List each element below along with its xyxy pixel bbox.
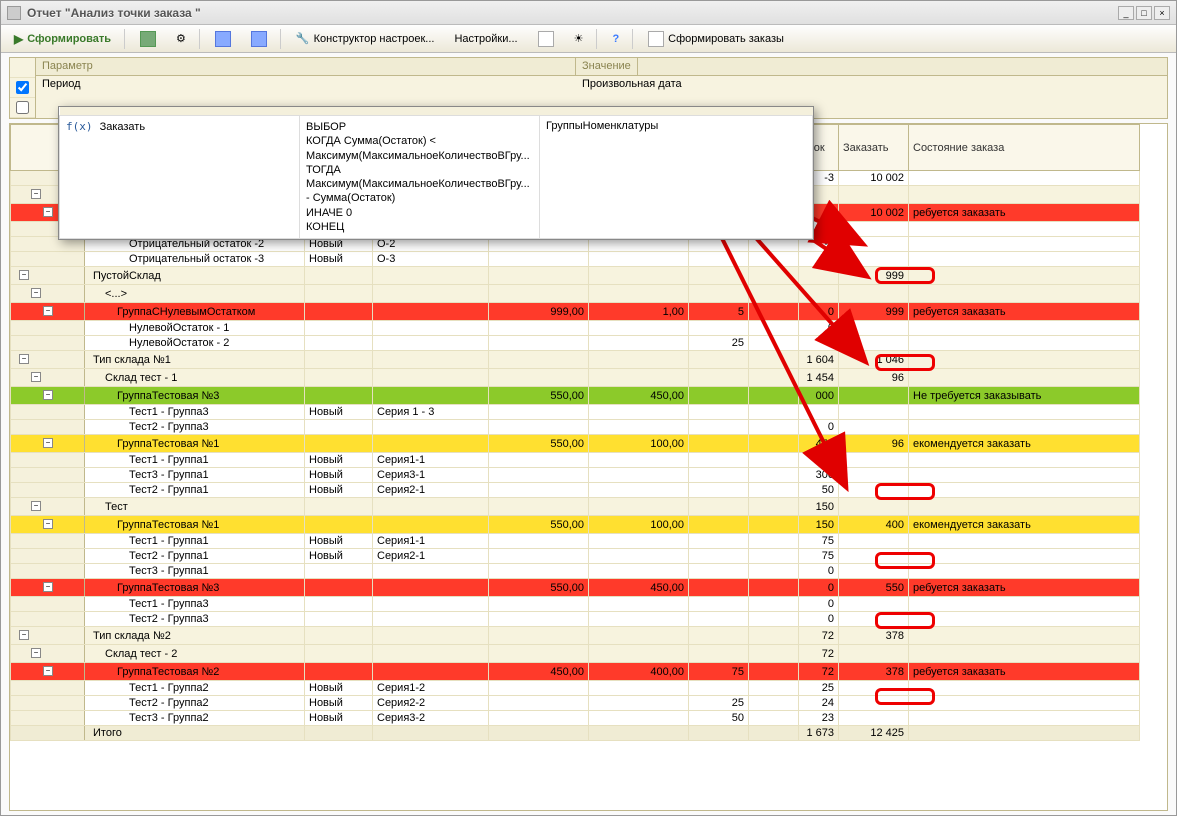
app-icon — [7, 6, 21, 20]
table-row[interactable]: −<...> — [11, 285, 1140, 303]
table-row[interactable]: Тест1 - Группа1НовыйСерия1-14 — [11, 453, 1140, 468]
table-row[interactable]: Тест1 - Группа1НовыйСерия1-175 — [11, 534, 1140, 549]
popup-group: ГруппыНоменклатуры — [540, 116, 813, 239]
title-bar: Отчет "Анализ точки заказа " _ □ × — [1, 1, 1176, 25]
table-row[interactable]: −Тест150 — [11, 498, 1140, 516]
grid-icon — [215, 31, 231, 47]
tree-toggle[interactable]: − — [43, 666, 53, 676]
window-title: Отчет "Анализ точки заказа " — [27, 6, 1116, 20]
wrench-icon: 🔧 — [296, 32, 310, 45]
table-row[interactable]: Тест3 - Группа2НовыйСерия3-25023 — [11, 711, 1140, 726]
table-row[interactable]: −ГруппаТестовая №1550,00100,0045496екоме… — [11, 435, 1140, 453]
fx-icon: f(x) — [66, 120, 93, 133]
tree-toggle[interactable]: − — [43, 582, 53, 592]
period-label[interactable]: Период — [36, 76, 576, 94]
table-row[interactable]: Тест3 - Группа10 — [11, 564, 1140, 579]
cells-button[interactable] — [242, 27, 276, 51]
designer-button[interactable]: 🔧 Конструктор настроек... — [287, 28, 444, 49]
star-icon: ☀ — [574, 32, 584, 45]
close-button[interactable]: × — [1154, 6, 1170, 20]
doc2-icon — [648, 31, 664, 47]
table-row[interactable]: −ГруппаТестовая №3550,00450,00000Не треб… — [11, 387, 1140, 405]
table-row[interactable]: НулевойОстаток - 2250 — [11, 336, 1140, 351]
apply-button[interactable] — [529, 27, 563, 51]
star-button[interactable]: ☀ — [565, 28, 593, 49]
popup-field-name: Заказать — [100, 121, 146, 133]
param2-checkbox[interactable] — [16, 101, 29, 114]
gear-button[interactable]: ⚙ — [167, 28, 195, 49]
grid-button[interactable] — [206, 27, 240, 51]
tree-toggle[interactable]: − — [31, 189, 41, 199]
chart-icon — [140, 31, 156, 47]
settings-button[interactable]: Настройки... — [445, 29, 526, 49]
form-button[interactable]: ▶ Сформировать — [5, 28, 120, 50]
tree-toggle[interactable]: − — [19, 270, 29, 280]
tree-toggle[interactable]: − — [31, 288, 41, 298]
param-header: Параметр — [36, 58, 576, 75]
value-header: Значение — [576, 58, 638, 75]
table-row[interactable]: −ГруппаТестовая №3550,00450,000550ребует… — [11, 579, 1140, 597]
cells-icon — [251, 31, 267, 47]
minimize-button[interactable]: _ — [1118, 6, 1134, 20]
tree-toggle[interactable]: − — [31, 501, 41, 511]
toolbar: ▶ Сформировать ⚙ 🔧 Конструктор настроек.… — [1, 25, 1176, 53]
table-row[interactable]: Тест1 - Группа2НовыйСерия1-225 — [11, 681, 1140, 696]
table-row[interactable]: Тест1 - Группа30 — [11, 597, 1140, 612]
period-checkbox[interactable] — [16, 81, 29, 94]
tree-toggle[interactable]: − — [43, 519, 53, 529]
table-row[interactable]: Тест3 - Группа1НовыйСерия3-1300 — [11, 468, 1140, 483]
help-icon: ? — [612, 33, 619, 45]
maximize-button[interactable]: □ — [1136, 6, 1152, 20]
form-orders-button[interactable]: Сформировать заказы — [639, 27, 793, 51]
formula-tooltip: f(x) Заказать ВЫБОР КОГДА Сумма(Остаток)… — [58, 106, 814, 240]
tree-toggle[interactable]: − — [19, 630, 29, 640]
gear-icon: ⚙ — [176, 32, 186, 45]
table-row[interactable]: Итого1 67312 425 — [11, 726, 1140, 741]
tree-toggle[interactable]: − — [31, 648, 41, 658]
col-order: Заказать — [839, 125, 909, 171]
table-row[interactable]: Тест2 - Группа30 — [11, 420, 1140, 435]
table-row[interactable]: −ПустойСклад999 — [11, 267, 1140, 285]
table-row[interactable]: −Склад тест - 11 45496 — [11, 369, 1140, 387]
table-row[interactable]: НулевойОстаток - 10 — [11, 321, 1140, 336]
table-row[interactable]: −ГруппаСНулевымОстатком999,001,0050999ре… — [11, 303, 1140, 321]
table-row[interactable]: −ГруппаТестовая №2450,00400,007572378реб… — [11, 663, 1140, 681]
table-row[interactable]: Тест2 - Группа1НовыйСерия2-175 — [11, 549, 1140, 564]
table-row[interactable]: −Тип склада №11 6041 046 — [11, 351, 1140, 369]
help-button[interactable]: ? — [603, 29, 628, 49]
table-row[interactable]: Тест2 - Группа2НовыйСерия2-22524 — [11, 696, 1140, 711]
table-row[interactable]: −Тип склада №272378 — [11, 627, 1140, 645]
play-icon: ▶ — [14, 32, 23, 46]
col-state: Состояние заказа — [909, 125, 1140, 171]
tree-toggle[interactable]: − — [43, 306, 53, 316]
table-row[interactable]: −ГруппаТестовая №1550,00100,00150400еком… — [11, 516, 1140, 534]
tree-toggle[interactable]: − — [43, 207, 53, 217]
tree-toggle[interactable]: − — [19, 354, 29, 364]
doc-icon — [538, 31, 554, 47]
period-value[interactable]: Произвольная дата — [576, 76, 688, 94]
chart-button[interactable] — [131, 27, 165, 51]
tree-toggle[interactable]: − — [43, 438, 53, 448]
popup-formula: ВЫБОР КОГДА Сумма(Остаток) < Максимум(Ма… — [300, 116, 540, 239]
tree-toggle[interactable]: − — [31, 372, 41, 382]
table-row[interactable]: Тест2 - Группа1НовыйСерия2-150 — [11, 483, 1140, 498]
table-row[interactable]: Тест2 - Группа30 — [11, 612, 1140, 627]
table-row[interactable]: −Склад тест - 272 — [11, 645, 1140, 663]
table-row[interactable]: Тест1 - Группа3НовыйСерия 1 - 3 — [11, 405, 1140, 420]
tree-toggle[interactable]: − — [43, 390, 53, 400]
table-row[interactable]: Отрицательный остаток -3НовыйО-3-1 — [11, 252, 1140, 267]
